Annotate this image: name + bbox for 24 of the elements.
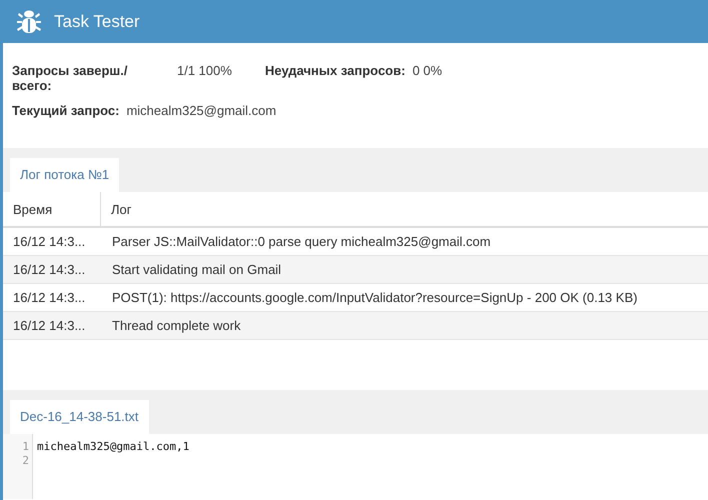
column-header[interactable]: Время [3, 192, 101, 226]
text-editor[interactable]: 1 2 michealm325@gmail.com,1 [3, 434, 708, 499]
table-cell-text: 16/12 14:3... [12, 234, 86, 249]
bug-icon [15, 8, 43, 36]
line-number: 1 [21, 440, 29, 454]
table-cell-text: Thread complete work [111, 318, 241, 333]
column-header[interactable]: Лог [101, 192, 132, 226]
field-label: Текущий запрос: [12, 103, 120, 118]
code-line: michealm325@gmail.com,1 [37, 440, 190, 453]
line-number: 2 [21, 454, 29, 468]
tab[interactable]: Dec-16_14-38-51.txt [10, 400, 149, 434]
table-cell-text: 16/12 14:3... [12, 262, 86, 277]
table-cell-text: POST(1): https://accounts.google.com/InputValidator?resource=SignUp - 200 OK (0.13 KB) [111, 290, 638, 305]
table-cell-text: Start validating mail on Gmail [111, 262, 282, 277]
app-title: Task Tester [54, 12, 140, 32]
tab[interactable]: Лог потока №1 [10, 158, 120, 192]
field-label: Неудачных запросов: [265, 63, 406, 78]
table-cell-text: 16/12 14:3... [12, 318, 86, 333]
table-cell-text: 16/12 14:3... [12, 290, 86, 305]
field-label: Запросы заверш./ всего: [12, 63, 128, 93]
table-cell-text: Parser JS::MailValidator::0 parse query michealm325@gmail.com [111, 234, 491, 249]
field-value: michealm325@gmail.com [126, 103, 276, 118]
field-value: 0 0% [412, 63, 442, 78]
field-value: 1/1 100% [177, 63, 233, 80]
